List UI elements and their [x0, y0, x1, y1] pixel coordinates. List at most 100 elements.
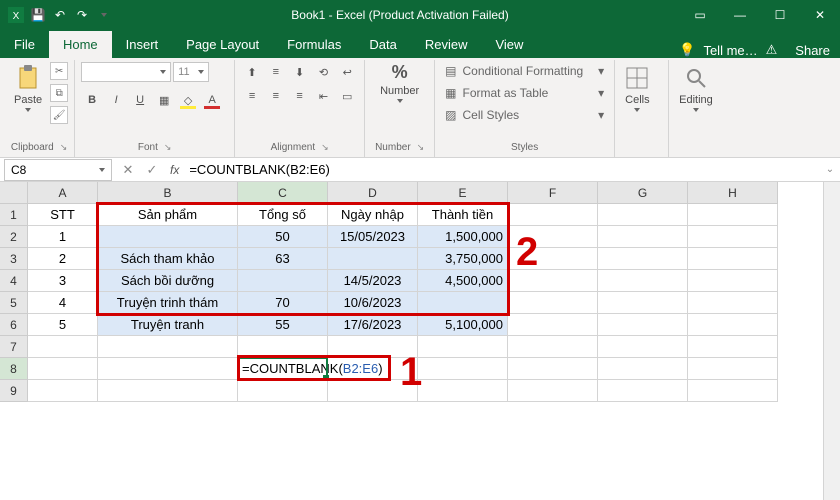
cell-G9[interactable]	[598, 380, 688, 402]
percent-icon[interactable]: %	[392, 62, 408, 83]
cell-D5[interactable]: 10/6/2023	[328, 292, 418, 314]
vertical-scrollbar[interactable]	[823, 182, 840, 500]
launcher-icon[interactable]: ↘	[60, 142, 68, 153]
cell-E2[interactable]: 1,500,000	[418, 226, 508, 248]
save-icon[interactable]: 💾	[30, 7, 46, 23]
row-header-4[interactable]: 4	[0, 270, 28, 292]
cell-B4[interactable]: Sách bồi dưỡng	[98, 270, 238, 292]
row-header-1[interactable]: 1	[0, 204, 28, 226]
maximize-button[interactable]: ☐	[760, 0, 800, 30]
cell-H2[interactable]	[688, 226, 778, 248]
cell-B6[interactable]: Truyện tranh	[98, 314, 238, 336]
row-header-8[interactable]: 8	[0, 358, 28, 380]
select-all-corner[interactable]	[0, 182, 28, 204]
cell-H7[interactable]	[688, 336, 778, 358]
copy-button[interactable]: ⧉	[50, 84, 68, 102]
cancel-formula-button[interactable]: ✕	[116, 162, 140, 178]
warning-icon[interactable]: ⚠	[766, 42, 778, 58]
expand-formula-bar-button[interactable]: ⌄	[820, 164, 840, 175]
cell-G3[interactable]	[598, 248, 688, 270]
col-header-G[interactable]: G	[598, 182, 688, 204]
launcher-icon[interactable]: ↘	[164, 142, 172, 153]
launcher-icon[interactable]: ↘	[417, 142, 425, 153]
fill-color-button[interactable]: ◇	[177, 90, 199, 110]
font-color-button[interactable]: A	[201, 90, 223, 110]
ribbon-options-icon[interactable]: ▭	[680, 0, 720, 30]
tab-review[interactable]: Review	[411, 31, 482, 58]
cell-A2[interactable]: 1	[28, 226, 98, 248]
cell-G6[interactable]	[598, 314, 688, 336]
italic-button[interactable]: I	[105, 90, 127, 110]
cell-G7[interactable]	[598, 336, 688, 358]
cell-C3[interactable]: 63	[238, 248, 328, 270]
tellme-text[interactable]: Tell me…	[703, 43, 757, 58]
cell-D4[interactable]: 14/5/2023	[328, 270, 418, 292]
underline-button[interactable]: U	[129, 90, 151, 110]
bold-button[interactable]: B	[81, 90, 103, 110]
cell-A8[interactable]	[28, 358, 98, 380]
cells-button[interactable]: Cells	[621, 62, 653, 114]
cell-A1[interactable]: STT	[28, 204, 98, 226]
row-header-5[interactable]: 5	[0, 292, 28, 314]
minimize-button[interactable]: —	[720, 0, 760, 30]
col-header-E[interactable]: E	[418, 182, 508, 204]
cell-D2[interactable]: 15/05/2023	[328, 226, 418, 248]
align-left-button[interactable]: ≡	[241, 86, 263, 106]
align-center-button[interactable]: ≡	[265, 86, 287, 106]
share-button[interactable]: Share	[795, 43, 830, 58]
cell-H4[interactable]	[688, 270, 778, 292]
close-button[interactable]: ✕	[800, 0, 840, 30]
align-middle-button[interactable]: ≡	[265, 62, 287, 82]
name-box[interactable]: C8	[4, 159, 112, 181]
cell-A5[interactable]: 4	[28, 292, 98, 314]
row-header-7[interactable]: 7	[0, 336, 28, 358]
row-header-3[interactable]: 3	[0, 248, 28, 270]
cell-B9[interactable]	[98, 380, 238, 402]
align-right-button[interactable]: ≡	[289, 86, 311, 106]
tab-page-layout[interactable]: Page Layout	[172, 31, 273, 58]
format-as-table-button[interactable]: ▦Format as Table▾	[441, 84, 608, 102]
font-size-input[interactable]: 11	[173, 62, 209, 82]
tab-data[interactable]: Data	[355, 31, 410, 58]
cell-C6[interactable]: 55	[238, 314, 328, 336]
editing-button[interactable]: Editing	[675, 62, 717, 114]
cell-G4[interactable]	[598, 270, 688, 292]
cell-E4[interactable]: 4,500,000	[418, 270, 508, 292]
cell-B8[interactable]	[98, 358, 238, 380]
cell-H8[interactable]	[688, 358, 778, 380]
cell-A4[interactable]: 3	[28, 270, 98, 292]
cell-A6[interactable]: 5	[28, 314, 98, 336]
cell-G1[interactable]	[598, 204, 688, 226]
row-header-2[interactable]: 2	[0, 226, 28, 248]
cell-E7[interactable]	[418, 336, 508, 358]
format-painter-button[interactable]: 🖌	[50, 106, 68, 124]
formula-input[interactable]: =COUNTBLANK(B2:E6)	[185, 162, 820, 177]
cell-E9[interactable]	[418, 380, 508, 402]
cell-D3[interactable]	[328, 248, 418, 270]
cell-F9[interactable]	[508, 380, 598, 402]
cell-D1[interactable]: Ngày nhập	[328, 204, 418, 226]
cell-E1[interactable]: Thành tiền	[418, 204, 508, 226]
cell-styles-button[interactable]: ▨Cell Styles▾	[441, 106, 608, 124]
row-header-9[interactable]: 9	[0, 380, 28, 402]
cell-D6[interactable]: 17/6/2023	[328, 314, 418, 336]
cell-B2[interactable]	[98, 226, 238, 248]
cell-C9[interactable]	[238, 380, 328, 402]
decrease-indent-button[interactable]: ⇤	[313, 86, 335, 106]
col-header-H[interactable]: H	[688, 182, 778, 204]
cut-button[interactable]: ✂	[50, 62, 68, 80]
undo-icon[interactable]: ↶	[52, 7, 68, 23]
col-header-A[interactable]: A	[28, 182, 98, 204]
col-header-C[interactable]: C	[238, 182, 328, 204]
font-name-input[interactable]	[81, 62, 171, 82]
conditional-formatting-button[interactable]: ▤Conditional Formatting▾	[441, 62, 608, 80]
row-header-6[interactable]: 6	[0, 314, 28, 336]
cell-C7[interactable]	[238, 336, 328, 358]
cell-C1[interactable]: Tổng số	[238, 204, 328, 226]
paste-button[interactable]: Paste	[10, 62, 46, 114]
tab-home[interactable]: Home	[49, 31, 112, 58]
cell-B7[interactable]	[98, 336, 238, 358]
cell-F6[interactable]	[508, 314, 598, 336]
cell-G8[interactable]	[598, 358, 688, 380]
cell-F7[interactable]	[508, 336, 598, 358]
